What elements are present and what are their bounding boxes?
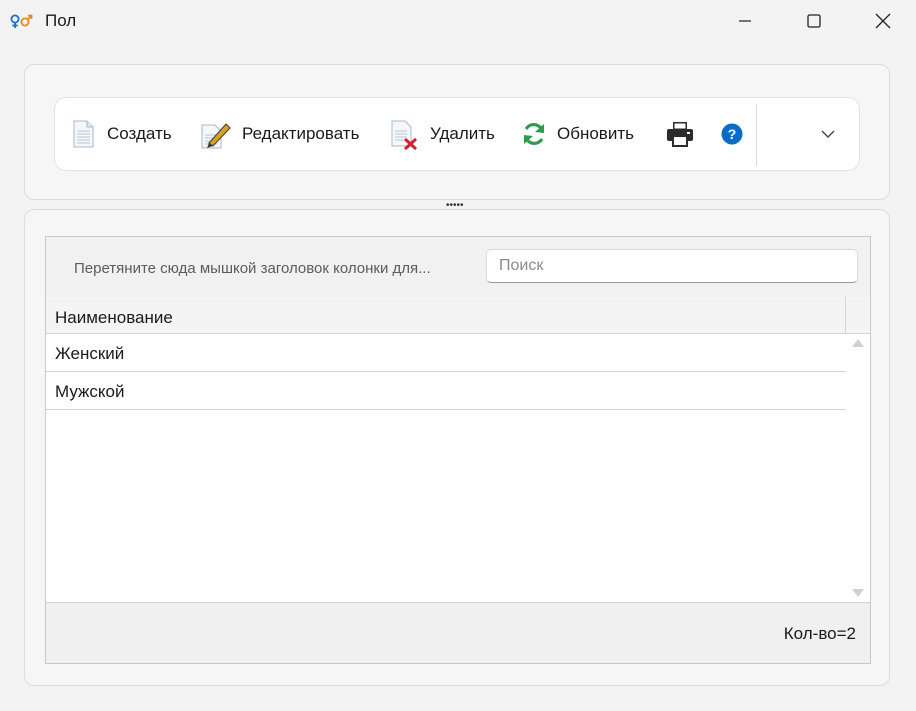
create-label: Создать — [107, 124, 172, 143]
toolbar: Создать Редактировать Удалить Обновить ? — [54, 97, 860, 171]
table-cell: Женский — [55, 344, 125, 363]
grid-footer: Кол-во=2 — [46, 602, 870, 663]
row-count: Кол-во=2 — [783, 624, 856, 643]
maximize-button[interactable] — [791, 0, 837, 42]
minimize-button[interactable] — [722, 0, 768, 42]
toolbar-overflow-button[interactable] — [820, 126, 836, 147]
close-button[interactable] — [860, 0, 906, 42]
toolbar-separator — [756, 104, 757, 166]
edit-button[interactable]: Редактировать — [200, 98, 359, 170]
gender-icon — [9, 11, 35, 33]
group-panel[interactable]: Перетяните сюда мышкой заголовок колонки… — [46, 237, 870, 298]
refresh-label: Обновить — [557, 124, 634, 143]
document-new-icon — [73, 120, 94, 148]
chevron-down-icon — [821, 130, 835, 138]
table-row[interactable]: Женский — [46, 334, 846, 372]
table-cell: Мужской — [55, 382, 125, 401]
table-row[interactable]: Мужской — [46, 372, 846, 410]
maximize-icon — [807, 14, 821, 28]
vertical-scrollbar[interactable] — [846, 334, 870, 602]
minimize-icon — [739, 20, 751, 22]
help-button[interactable]: ? — [721, 98, 743, 170]
print-button[interactable] — [666, 98, 694, 170]
printer-icon — [667, 122, 693, 147]
column-header-label: Наименование — [55, 308, 173, 327]
window-title: Пол — [45, 11, 77, 30]
refresh-button[interactable]: Обновить — [521, 98, 634, 170]
refresh-icon — [524, 123, 544, 145]
search-input[interactable] — [486, 249, 858, 283]
scroll-down-arrow-icon[interactable] — [852, 589, 864, 597]
document-edit-icon — [201, 123, 231, 149]
edit-label: Редактировать — [242, 124, 360, 143]
scroll-up-arrow-icon[interactable] — [852, 339, 864, 347]
document-delete-icon — [391, 120, 418, 150]
create-button[interactable]: Создать — [71, 98, 172, 170]
delete-label: Удалить — [430, 124, 495, 143]
group-hint-text: Перетяните сюда мышкой заголовок колонки… — [74, 260, 431, 277]
delete-button[interactable]: Удалить — [390, 98, 495, 170]
title-bar: Пол — [0, 0, 916, 44]
svg-text:?: ? — [728, 126, 737, 142]
data-grid: Перетяните сюда мышкой заголовок колонки… — [45, 236, 871, 664]
column-header-name[interactable]: Наименование — [46, 297, 846, 334]
column-header-corner — [846, 297, 870, 334]
close-icon — [875, 13, 891, 29]
help-icon: ? — [721, 123, 743, 145]
